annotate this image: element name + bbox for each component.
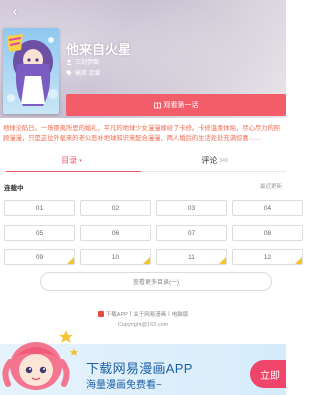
locked-badge-icon: [295, 257, 302, 264]
chapter-number: 02: [111, 204, 120, 212]
chapter-button[interactable]: 07: [156, 225, 227, 241]
footer-separator: |: [168, 311, 170, 317]
chapter-number: 07: [187, 229, 196, 237]
author-row: 三剑伊面: [66, 57, 99, 66]
chapter-number: 10: [111, 253, 120, 261]
chapter-button[interactable]: 06: [80, 225, 151, 241]
app-logo-icon: [97, 311, 104, 317]
chapter-button[interactable]: 08: [232, 225, 303, 241]
tags-row: 搞笑 恋爱: [66, 68, 101, 77]
chapter-number: 12: [263, 253, 272, 261]
chapter-button[interactable]: 12: [232, 249, 303, 265]
book-icon: [153, 102, 161, 108]
view-more-chapters-button[interactable]: 查看更多目录(一): [40, 272, 272, 291]
chapter-button[interactable]: 05: [4, 225, 75, 241]
tab-catalog[interactable]: 目录 ▾: [0, 150, 143, 172]
cover-illustration: [3, 28, 59, 114]
chapter-number: 08: [263, 229, 272, 237]
chapter-button[interactable]: 10: [80, 249, 151, 265]
comic-cover: [3, 28, 59, 114]
footer-separator: |: [129, 311, 132, 317]
chapter-number: 03: [187, 204, 196, 212]
chapter-number: 04: [263, 204, 272, 212]
chapter-number: 06: [111, 229, 120, 237]
content-tabs: 目录 ▾ 评论 349: [0, 150, 286, 172]
sort-arrow-icon: ▾: [79, 157, 82, 164]
about-link[interactable]: 关于网易漫画: [133, 310, 166, 318]
comic-header: ‹ 他来自火星 三剑伊面 搞笑 恋爱 观看第一话: [0, 0, 286, 118]
locked-badge-icon: [219, 257, 226, 264]
back-icon[interactable]: ‹: [6, 3, 24, 21]
download-app-link[interactable]: 下载APP: [106, 310, 128, 318]
chapter-button[interactable]: 04: [232, 200, 303, 216]
chapter-button[interactable]: 02: [80, 200, 151, 216]
serial-status: 连载中: [4, 185, 24, 192]
comic-tags: 搞笑 恋爱: [75, 71, 101, 77]
chapter-button[interactable]: 01: [4, 200, 75, 216]
tab-comments-label: 评论: [201, 156, 218, 165]
tag-icon: [66, 70, 72, 75]
mascot-illustration: [2, 330, 78, 390]
sort-toggle[interactable]: 最近更新: [260, 182, 282, 190]
comic-title: 他来自火星: [66, 42, 132, 57]
footer-links: 下载APP | 关于网易漫画 | 电脑版: [0, 310, 286, 318]
chapter-number: 09: [35, 253, 44, 261]
chapter-number: 05: [35, 229, 44, 237]
desktop-version-link[interactable]: 电脑版: [172, 310, 189, 318]
user-icon: [66, 59, 72, 65]
read-first-chapter-button[interactable]: 观看第一话: [66, 94, 286, 116]
comment-count: 349: [219, 157, 228, 164]
chapter-button[interactable]: 09: [4, 249, 75, 265]
download-now-button[interactable]: 立即: [250, 360, 286, 388]
locked-badge-icon: [143, 257, 150, 264]
tab-catalog-label: 目录: [61, 156, 78, 165]
chapter-number: 01: [35, 204, 44, 212]
author-name: 三剑伊面: [75, 60, 100, 66]
banner-title: 下载网易漫画APP: [86, 361, 193, 376]
tab-comments[interactable]: 评论 349: [143, 150, 286, 171]
read-button-label: 观看第一话: [163, 102, 199, 109]
chapter-button[interactable]: 11: [156, 249, 227, 265]
chapter-button[interactable]: 03: [156, 200, 227, 216]
banner-subtitle: 海量漫画免费看~: [86, 380, 162, 391]
comic-description[interactable]: 地球沦陷日。一场匪夷所思的婚礼，平凡的地球少女漫漫嫁给了卡修。卡修温柔体贴，尽心…: [3, 124, 286, 146]
locked-badge-icon: [67, 257, 74, 264]
chapter-number: 11: [188, 253, 195, 261]
